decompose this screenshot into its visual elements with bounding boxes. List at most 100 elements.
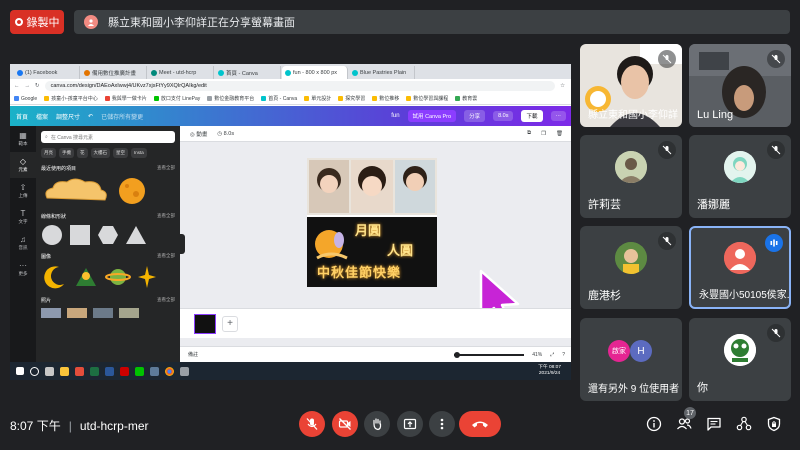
star-graphic[interactable] xyxy=(137,264,157,290)
see-all-link[interactable]: 查看全部 xyxy=(157,165,175,172)
recording-badge[interactable]: 錄製中 xyxy=(10,10,64,34)
browser-tab[interactable]: Blue Pastries Plain xyxy=(349,66,415,79)
bookmark[interactable]: 數位推移 xyxy=(372,95,399,102)
duration-button[interactable]: ◷ 8.0s xyxy=(217,131,234,137)
photo-thumbnail[interactable] xyxy=(93,308,113,318)
see-all-link[interactable]: 查看全部 xyxy=(157,253,175,260)
zoom-slider[interactable] xyxy=(454,351,525,358)
share-button[interactable]: 分享 xyxy=(464,110,486,122)
more-menu-button[interactable]: ··· xyxy=(550,111,566,121)
design-canvas[interactable]: 月圓 人圓 中秋佳節快樂 xyxy=(307,158,437,287)
circle-shape[interactable] xyxy=(41,224,63,246)
photo-thumbnail[interactable] xyxy=(119,308,139,318)
chip[interactable]: Insta xyxy=(131,148,147,158)
rail-uploads[interactable]: ⇧ 上傳 xyxy=(10,178,36,204)
taskview-icon[interactable] xyxy=(45,366,54,376)
crescent-moon-graphic[interactable] xyxy=(41,264,67,290)
rail-more[interactable]: ··· 更多 xyxy=(10,256,36,282)
canva-home-button[interactable]: 首頁 xyxy=(16,112,28,121)
download-button[interactable]: 下載 xyxy=(521,110,543,122)
page-thumbnail[interactable] xyxy=(194,314,216,334)
hexagon-shape[interactable] xyxy=(97,224,119,246)
play-button[interactable]: 8.0s xyxy=(493,111,514,121)
bookmark[interactable]: Google xyxy=(14,96,37,102)
bookmark[interactable]: 探究學習 xyxy=(338,95,365,102)
rail-audio[interactable]: ♫ 音訊 xyxy=(10,230,36,256)
participant-tile[interactable]: 潘娜麗 xyxy=(689,135,791,218)
triangle-shape[interactable] xyxy=(125,224,147,246)
browser-tab[interactable]: 首頁 - Canva xyxy=(215,66,281,79)
design-name[interactable]: fun xyxy=(391,113,399,119)
excel-icon[interactable] xyxy=(90,366,99,376)
rabbit-graphic[interactable] xyxy=(73,264,99,290)
bookmark[interactable]: 教育雲 xyxy=(455,95,477,102)
line-icon[interactable] xyxy=(135,366,144,376)
host-controls-button[interactable] xyxy=(764,414,784,434)
file-explorer-icon[interactable] xyxy=(60,366,69,376)
search-icon[interactable] xyxy=(30,366,39,376)
bookmark[interactable]: 數位金融教育平台 xyxy=(207,95,254,102)
photo-thumbnail[interactable] xyxy=(67,308,87,318)
app-icon[interactable] xyxy=(150,366,159,376)
participant-tile-speaking[interactable]: 永豐國小50105侯家... xyxy=(689,226,791,309)
collapse-panel-handle[interactable] xyxy=(180,234,185,254)
moon-element[interactable] xyxy=(117,176,147,206)
rail-elements[interactable]: ◇ 元素 xyxy=(10,152,36,178)
self-tile[interactable]: 你 xyxy=(689,318,791,401)
browser-tab-active[interactable]: fun - 800 x 800 px xyxy=(282,66,348,79)
mic-toggle-button[interactable] xyxy=(299,411,325,437)
raise-hand-button[interactable] xyxy=(364,411,390,437)
others-tile[interactable]: 啟家 H 還有另外 9 位使用者 xyxy=(580,318,682,401)
app-icon[interactable] xyxy=(120,366,129,376)
url-field[interactable]: canva.com/design/DAEoAxIwwj4/UKvz7xjsFtY… xyxy=(44,81,556,91)
planet-graphic[interactable] xyxy=(105,264,131,290)
undo-icon[interactable]: ↶ xyxy=(88,113,93,120)
bookmark[interactable]: 數位學習與課程 xyxy=(406,95,448,102)
chip[interactable]: 花 xyxy=(77,148,88,158)
delete-icon[interactable]: 🗑 xyxy=(556,131,563,137)
fullscreen-icon[interactable]: ⤢ xyxy=(550,352,554,358)
meeting-details-button[interactable] xyxy=(644,414,664,434)
present-now-button[interactable] xyxy=(397,411,423,437)
cloud-element[interactable] xyxy=(41,176,111,206)
rail-text[interactable]: T 文字 xyxy=(10,204,36,230)
duplicate-icon[interactable]: ❐ xyxy=(541,131,546,137)
meeting-code[interactable]: utd-hcrp-mer xyxy=(80,419,149,433)
notes-button[interactable]: 備註 xyxy=(188,351,198,358)
canva-resize-button[interactable]: 調整尺寸 xyxy=(56,112,80,121)
leave-call-button[interactable] xyxy=(459,411,501,437)
activities-button[interactable] xyxy=(734,414,754,434)
windows-start-icon[interactable] xyxy=(16,367,24,375)
back-icon[interactable]: ← xyxy=(14,83,20,89)
chip[interactable]: 手機 xyxy=(59,148,74,158)
see-all-link[interactable]: 查看全部 xyxy=(157,213,175,220)
browser-tab[interactable]: (1) Facebook xyxy=(14,66,80,79)
bookmark[interactable]: 孩童小-孩童平台中心 xyxy=(44,95,98,102)
participant-tile[interactable]: 許莉芸 xyxy=(580,135,682,218)
rail-templates[interactable]: ▦ 範本 xyxy=(10,126,36,152)
star-icon[interactable]: ☆ xyxy=(560,83,565,89)
word-icon[interactable] xyxy=(105,366,114,376)
reload-icon[interactable]: ↻ xyxy=(35,83,40,89)
bookmark[interactable]: 放口支付 LinePay xyxy=(153,95,200,102)
app-icon[interactable] xyxy=(75,366,84,376)
participant-tile[interactable]: 鹿港杉 xyxy=(580,226,682,309)
more-options-button[interactable] xyxy=(429,411,455,437)
help-icon[interactable]: ? xyxy=(562,352,565,358)
chat-button[interactable] xyxy=(704,414,724,434)
canva-file-menu[interactable]: 檔案 xyxy=(36,112,48,121)
chrome-icon[interactable] xyxy=(165,366,174,376)
chip[interactable]: 星空 xyxy=(113,148,128,158)
participant-tile[interactable]: 縣立東和國小李仰詳 xyxy=(580,44,682,127)
camera-toggle-button[interactable] xyxy=(332,411,358,437)
chip[interactable]: 大樓石 xyxy=(90,148,110,158)
bookmark[interactable]: 單元設計 xyxy=(304,95,331,102)
bookmark[interactable]: 我與學一做卡片 xyxy=(104,95,147,102)
animate-button[interactable]: ◎ 動畫 xyxy=(190,130,207,138)
browser-tab[interactable]: 備用數位推廣計畫 xyxy=(81,66,147,79)
square-shape[interactable] xyxy=(69,224,91,246)
chip[interactable]: 月亮 xyxy=(41,148,56,158)
browser-tab[interactable]: Meet - utd-hcrp xyxy=(148,66,214,79)
photo-thumbnail[interactable] xyxy=(41,308,61,318)
bookmark[interactable]: 首頁 - Canva xyxy=(261,95,297,102)
